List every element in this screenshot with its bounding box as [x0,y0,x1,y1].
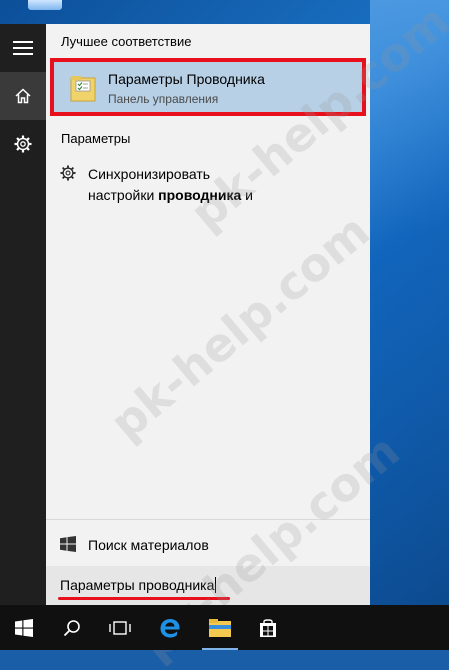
search-web-label: Поиск материалов [88,537,209,553]
desktop-icon[interactable] [28,0,62,10]
start-rail [0,24,46,605]
taskbar-search-button[interactable] [48,605,96,650]
file-explorer-button[interactable] [196,605,244,650]
desktop-light-beam [370,0,449,605]
search-input[interactable]: Параметры проводника [46,566,370,605]
hamburger-icon [13,41,33,55]
search-icon [63,619,80,636]
settings-header: Параметры [61,131,131,146]
task-view-icon [109,620,131,635]
windows-start-icon [15,618,33,637]
file-explorer-icon [209,618,231,637]
gear-icon [60,165,76,181]
sync-settings-result[interactable]: Синхронизировать настройки проводника и [60,162,360,206]
home-icon [15,88,31,104]
divider [46,519,370,520]
expand-menu-button[interactable] [0,24,46,72]
text-caret [215,577,217,593]
best-match-item[interactable]: Параметры Проводника Панель управления [50,58,366,116]
search-input-value[interactable]: Параметры проводника [60,577,217,593]
task-view-button[interactable] [96,605,144,650]
gear-icon [14,135,32,153]
edge-icon [160,618,180,637]
store-icon [260,618,276,637]
search-web-item[interactable]: Поиск материалов [46,532,370,558]
sync-settings-line2-suffix: и [241,187,253,203]
home-button[interactable] [0,72,46,120]
sync-settings-line1: Синхронизировать [88,166,211,182]
folder-options-icon [70,76,96,102]
sync-settings-text: Синхронизировать настройки проводника и [88,164,253,206]
taskbar [0,605,449,650]
search-query-text: Параметры проводника [60,577,215,593]
best-match-title: Параметры Проводника [108,71,265,87]
edge-button[interactable] [146,605,194,650]
windows-logo-icon [60,536,76,552]
highlight-underline [58,597,230,600]
start-button[interactable] [0,605,48,650]
sync-settings-line2-prefix: настройки [88,187,159,203]
best-match-subtitle: Панель управления [108,92,219,106]
store-button[interactable] [244,605,292,650]
sync-settings-line2-bold: проводника [158,187,242,203]
best-match-header: Лучшее соответствие [61,34,192,49]
search-results-panel: Лучшее соответствие Параметры Проводника… [46,24,370,605]
settings-button[interactable] [0,120,46,168]
